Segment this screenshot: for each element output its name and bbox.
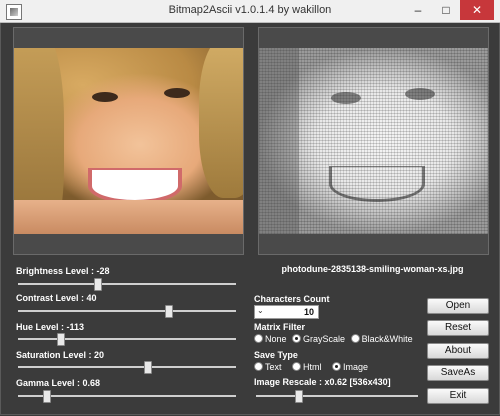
image-rescale-slider-thumb[interactable] [295, 390, 303, 403]
open-button[interactable]: Open [427, 298, 489, 314]
maximize-button[interactable]: □ [432, 0, 460, 20]
about-button[interactable]: About [427, 343, 489, 359]
contrast-slider-thumb[interactable] [165, 305, 173, 318]
gamma-slider[interactable] [18, 390, 236, 403]
save-type-group: Text Html Image [254, 361, 371, 372]
brightness-label: Brightness Level : -28 [16, 266, 110, 276]
image-rescale-slider[interactable] [256, 390, 418, 403]
source-image-panel [13, 27, 244, 255]
radio-icon[interactable] [292, 362, 302, 372]
radio-icon[interactable] [350, 334, 360, 344]
ascii-preview-panel [258, 27, 489, 255]
gamma-slider-thumb[interactable] [43, 390, 51, 403]
save-type-label: Save Type [254, 350, 298, 360]
reset-button[interactable]: Reset [427, 320, 489, 336]
save-type-image[interactable]: Image [332, 361, 368, 372]
hue-slider[interactable] [18, 333, 236, 346]
hue-label: Hue Level : -113 [16, 322, 85, 332]
matrix-filter-group: None GrayScale Black&White [254, 333, 416, 344]
matrix-filter-none[interactable]: None [254, 333, 287, 344]
image-filename: photodune-2835138-smiling-woman-xs.jpg [281, 264, 464, 274]
saturation-label: Saturation Level : 20 [16, 350, 105, 360]
brightness-slider[interactable] [18, 278, 236, 291]
image-rescale-label: Image Rescale : x0.62 [536x430] [254, 377, 391, 387]
characters-count-spinner[interactable]: ⌄ 10 [254, 305, 319, 319]
save-type-html[interactable]: Html [292, 361, 322, 372]
close-button[interactable]: ✕ [460, 0, 494, 20]
ascii-preview-image [259, 48, 488, 234]
hue-slider-thumb[interactable] [57, 333, 65, 346]
matrix-filter-grayscale[interactable]: GrayScale [292, 333, 345, 344]
saturation-slider[interactable] [18, 361, 236, 374]
brightness-slider-thumb[interactable] [94, 278, 102, 291]
source-image [14, 48, 243, 234]
saturation-slider-thumb[interactable] [144, 361, 152, 374]
characters-count-label: Characters Count [254, 294, 330, 304]
radio-selected-icon[interactable] [332, 362, 342, 372]
minimize-button[interactable]: – [404, 0, 432, 20]
matrix-filter-blackwhite[interactable]: Black&White [350, 333, 413, 344]
radio-icon[interactable] [254, 362, 263, 372]
radio-selected-icon[interactable] [292, 334, 302, 344]
radio-icon[interactable] [254, 334, 263, 344]
exit-button[interactable]: Exit [427, 388, 489, 404]
gamma-label: Gamma Level : 0.68 [16, 378, 101, 388]
characters-count-value: 10 [303, 307, 314, 317]
contrast-slider[interactable] [18, 305, 236, 318]
contrast-label: Contrast Level : 40 [16, 293, 97, 303]
saveas-button[interactable]: SaveAs [427, 365, 489, 381]
matrix-filter-label: Matrix Filter [254, 322, 306, 332]
chevron-down-icon[interactable]: ⌄ [257, 306, 264, 315]
save-type-text[interactable]: Text [254, 361, 282, 372]
title-bar: Bitmap2Ascii v1.0.1.4 by wakillon – □ ✕ [0, 0, 500, 23]
